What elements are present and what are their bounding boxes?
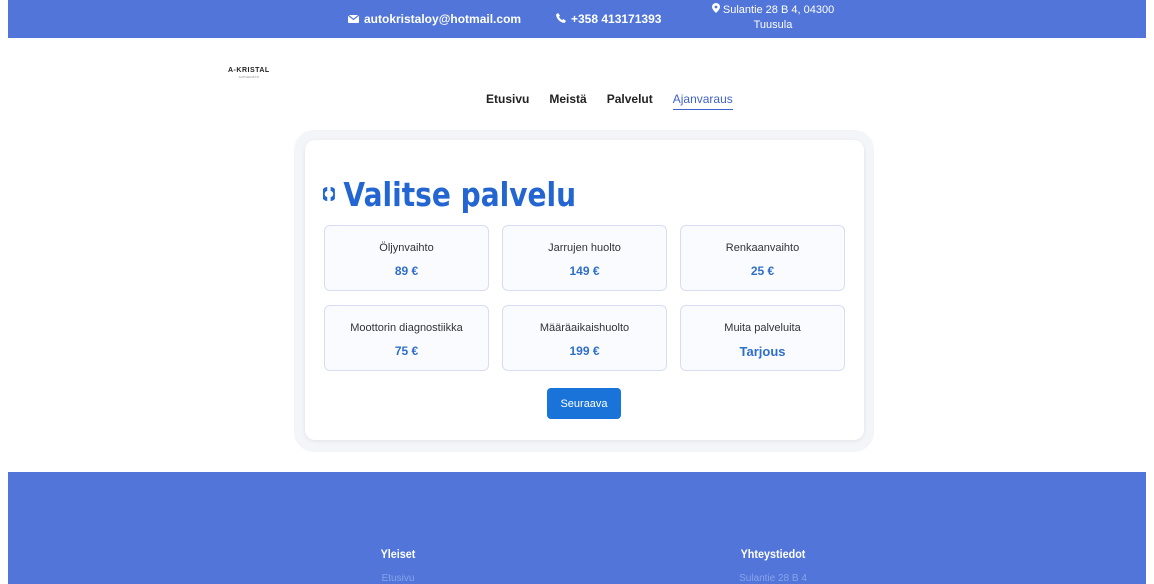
- service-price: 149 €: [569, 264, 600, 278]
- site-logo[interactable]: A-KRISTAL AUTOHUOLTO: [228, 67, 270, 79]
- nav-etusivu[interactable]: Etusivu: [486, 92, 529, 110]
- contact-bar: autokristaloy@hotmail.com +358 413171393…: [8, 0, 1146, 38]
- service-price: 89 €: [394, 264, 419, 278]
- nav-ajanvaraus[interactable]: Ajanvaraus: [672, 92, 733, 110]
- logo-tagline: AUTOHUOLTO: [238, 75, 260, 79]
- site-footer: Yleiset Etusivu Yhteystiedot Sulantie 28…: [8, 472, 1146, 584]
- service-name: Määräaikaishuolto: [539, 322, 630, 334]
- service-price: Tarjous: [739, 344, 786, 359]
- nav-meista[interactable]: Meistä: [549, 92, 586, 110]
- main-nav: Etusivu Meistä Palvelut Ajanvaraus: [486, 92, 733, 110]
- service-muita-palveluita[interactable]: Muita palveluita Tarjous: [680, 305, 845, 371]
- service-name: Muita palveluita: [724, 322, 801, 334]
- service-name: Renkaanvaihto: [725, 242, 800, 254]
- service-price: 75 €: [394, 344, 419, 358]
- mail-icon: [347, 12, 360, 26]
- booking-card: Valitse palvelu Öljynvaihto 89 € Jarruje…: [305, 140, 864, 440]
- contact-address[interactable]: Sulantie 28 B 4, 04300 Tuusula: [698, 3, 848, 33]
- email-text: autokristaloy@hotmail.com: [364, 12, 522, 26]
- service-renkaanvaihto[interactable]: Renkaanvaihto 25 €: [680, 225, 845, 291]
- service-moottorin-diagnostiikka[interactable]: Moottorin diagnostiikka 75 €: [324, 305, 489, 371]
- service-jarrujen-huolto[interactable]: Jarrujen huolto 149 €: [502, 225, 667, 291]
- address-line-1: Sulantie 28 B 4, 04300: [722, 4, 835, 16]
- phone-text: +358 413171393: [571, 12, 662, 26]
- map-pin-icon: [711, 3, 723, 16]
- service-name: Jarrujen huolto: [548, 242, 621, 254]
- service-grid: Öljynvaihto 89 € Jarrujen huolto 149 € R…: [324, 225, 845, 371]
- footer-column-general: Yleiset Etusivu: [318, 547, 478, 584]
- page-title-text: Valitse palvelu: [343, 175, 577, 214]
- footer-link-etusivu[interactable]: Etusivu: [318, 573, 478, 584]
- service-name: Moottorin diagnostiikka: [350, 322, 463, 334]
- contact-phone[interactable]: +358 413171393: [556, 12, 661, 26]
- service-price: 25 €: [750, 264, 775, 278]
- contact-email[interactable]: autokristaloy@hotmail.com: [347, 12, 522, 26]
- page-title: Valitse palvelu: [321, 175, 577, 214]
- service-price: 199 €: [569, 344, 600, 358]
- footer-column-contact: Yhteystiedot Sulantie 28 B 4: [693, 547, 853, 584]
- address-line-2: Tuusula: [753, 19, 793, 31]
- footer-address: Sulantie 28 B 4: [739, 573, 807, 584]
- service-name: Öljynvaihto: [379, 242, 434, 254]
- service-oljynvaihto[interactable]: Öljynvaihto 89 €: [324, 225, 489, 291]
- service-maaraaikaishuolto[interactable]: Määräaikaishuolto 199 €: [502, 305, 667, 371]
- footer-heading-contact: Yhteystiedot: [740, 547, 806, 561]
- step-marker-icon: [321, 183, 337, 207]
- logo-name: A-KRISTAL: [228, 67, 270, 74]
- nav-palvelut[interactable]: Palvelut: [607, 92, 653, 110]
- next-button[interactable]: Seuraava: [547, 388, 621, 419]
- phone-icon: [556, 12, 566, 26]
- footer-heading-general: Yleiset: [380, 547, 416, 561]
